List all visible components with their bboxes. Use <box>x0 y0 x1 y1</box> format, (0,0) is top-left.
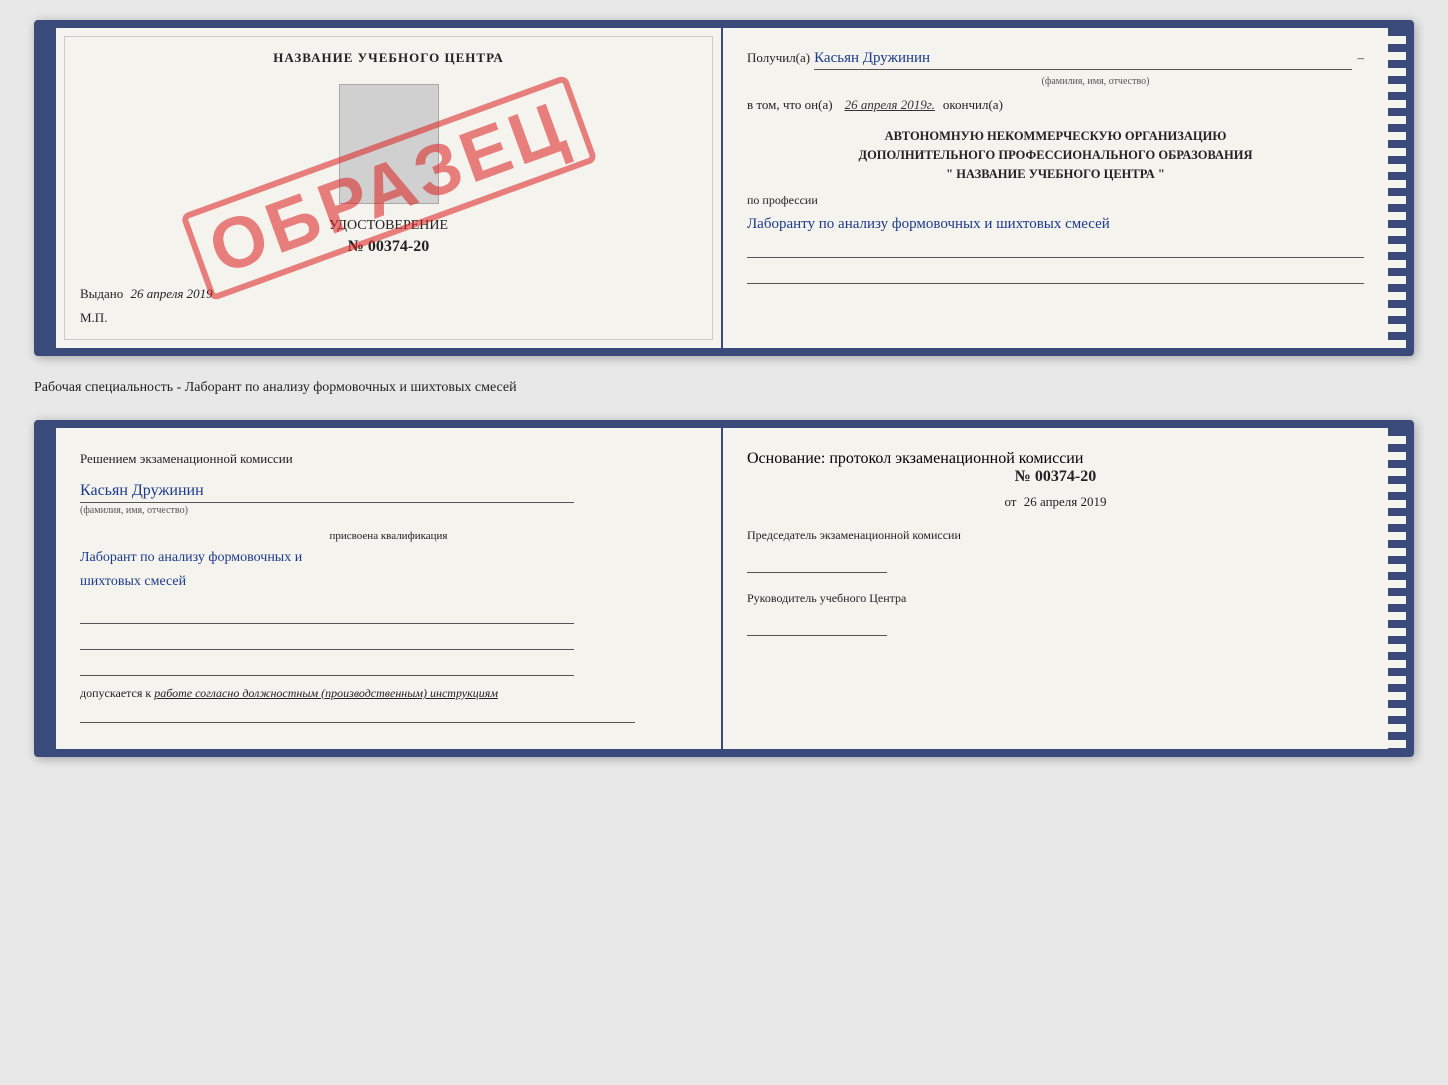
ot-date: 26 апреля 2019 <box>1024 494 1107 509</box>
bottom-spine <box>42 428 56 749</box>
dopuskaetsya-label: допускается к <box>80 686 151 700</box>
section-title: Решением экзаменационной комиссии <box>80 450 697 468</box>
predsedatel-label: Председатель экзаменационной комиссии <box>747 528 1364 543</box>
cert-title: НАЗВАНИЕ УЧЕБНОГО ЦЕНТРА <box>80 50 697 66</box>
vydano-date: 26 апреля 2019 <box>131 286 213 301</box>
cert-udostoverenie-label: УДОСТОВЕРЕНИЕ <box>80 218 697 234</box>
vtom-label: в том, что он(а) <box>747 97 833 113</box>
cert-number: № 00374-20 <box>80 238 697 256</box>
blank-lines-left <box>80 602 697 676</box>
bottom-right-edge <box>1388 428 1406 749</box>
rukovoditel-label: Руководитель учебного Центра <box>747 591 1364 606</box>
blank-line-1 <box>80 602 574 624</box>
qualification-label: присвоена квалификация <box>80 530 697 542</box>
vtom-line: в том, что он(а) 26 апреля 2019г. окончи… <box>747 97 1364 113</box>
blank-line-2 <box>80 628 574 650</box>
osnovanie-label: Основание: протокол экзаменационной коми… <box>747 450 1364 468</box>
cert-photo <box>339 84 439 204</box>
bottom-right: Основание: протокол экзаменационной коми… <box>723 428 1388 749</box>
po-professii-label: по профессии <box>747 193 1364 208</box>
vtom-date: 26 апреля 2019г. <box>845 97 935 113</box>
fio-sub-top: (фамилия, имя, отчество) <box>827 76 1364 87</box>
org-line3: " НАЗВАНИЕ УЧЕБНОГО ЦЕНТРА " <box>747 165 1364 184</box>
profession-text: Лаборанту по анализу формовочных и шихто… <box>747 212 1364 236</box>
underline2 <box>747 262 1364 284</box>
dash1: – <box>1358 50 1365 66</box>
booklet-left-top: НАЗВАНИЕ УЧЕБНОГО ЦЕНТРА УДОСТОВЕРЕНИЕ №… <box>56 28 723 348</box>
rukovoditel-block: Руководитель учебного Центра <box>747 591 1364 636</box>
qualification-text: Лаборант по анализу формовочных и шихтов… <box>80 546 697 594</box>
protocol-number: № 00374-20 <box>747 468 1364 486</box>
cert-mp: М.П. <box>80 310 697 326</box>
specialty-text: Рабочая специальность - Лаборант по анал… <box>34 374 1414 402</box>
booklet-right-top: Получил(а) Касьян Дружинин – (фамилия, и… <box>723 28 1388 348</box>
blank-line-3 <box>80 654 574 676</box>
page-container: НАЗВАНИЕ УЧЕБНОГО ЦЕНТРА УДОСТОВЕРЕНИЕ №… <box>34 20 1414 757</box>
right-edge-top <box>1388 28 1406 348</box>
org-block: АВТОНОМНУЮ НЕКОММЕРЧЕСКУЮ ОРГАНИЗАЦИЮ ДО… <box>747 127 1364 183</box>
poluchil-name: Касьян Дружинин <box>814 50 1351 70</box>
top-booklet: НАЗВАНИЕ УЧЕБНОГО ЦЕНТРА УДОСТОВЕРЕНИЕ №… <box>34 20 1414 356</box>
person-name: Касьян Дружинин <box>80 482 574 503</box>
blank-line-4 <box>80 701 635 723</box>
predsedatel-block: Председатель экзаменационной комиссии <box>747 528 1364 573</box>
org-line2: ДОПОЛНИТЕЛЬНОГО ПРОФЕССИОНАЛЬНОГО ОБРАЗО… <box>747 146 1364 165</box>
fio-sub-bottom: (фамилия, имя, отчество) <box>80 505 697 516</box>
dopuskaetsya-block: допускается к работе согласно должностны… <box>80 686 697 701</box>
underline1 <box>747 236 1364 258</box>
okonchil-label: окончил(а) <box>943 97 1003 113</box>
predsedatel-signature-line <box>747 551 887 573</box>
cert-vydano: Выдано 26 апреля 2019 <box>80 286 697 302</box>
vydano-label: Выдано <box>80 286 123 301</box>
org-line1: АВТОНОМНУЮ НЕКОММЕРЧЕСКУЮ ОРГАНИЗАЦИЮ <box>747 127 1364 146</box>
person-name-block: Касьян Дружинин <box>80 482 697 505</box>
protocol-date: от 26 апреля 2019 <box>747 494 1364 510</box>
dopuskaetsya-text: работе согласно должностным (производств… <box>154 686 498 700</box>
rukovoditel-signature-line <box>747 614 887 636</box>
booklet-spine-top <box>42 28 56 348</box>
bottom-booklet: Решением экзаменационной комиссии Касьян… <box>34 420 1414 757</box>
ot-label: от <box>1004 494 1016 509</box>
poluchil-label: Получил(а) <box>747 50 810 66</box>
bottom-left: Решением экзаменационной комиссии Касьян… <box>56 428 723 749</box>
poluchil-line: Получил(а) Касьян Дружинин – <box>747 50 1364 70</box>
